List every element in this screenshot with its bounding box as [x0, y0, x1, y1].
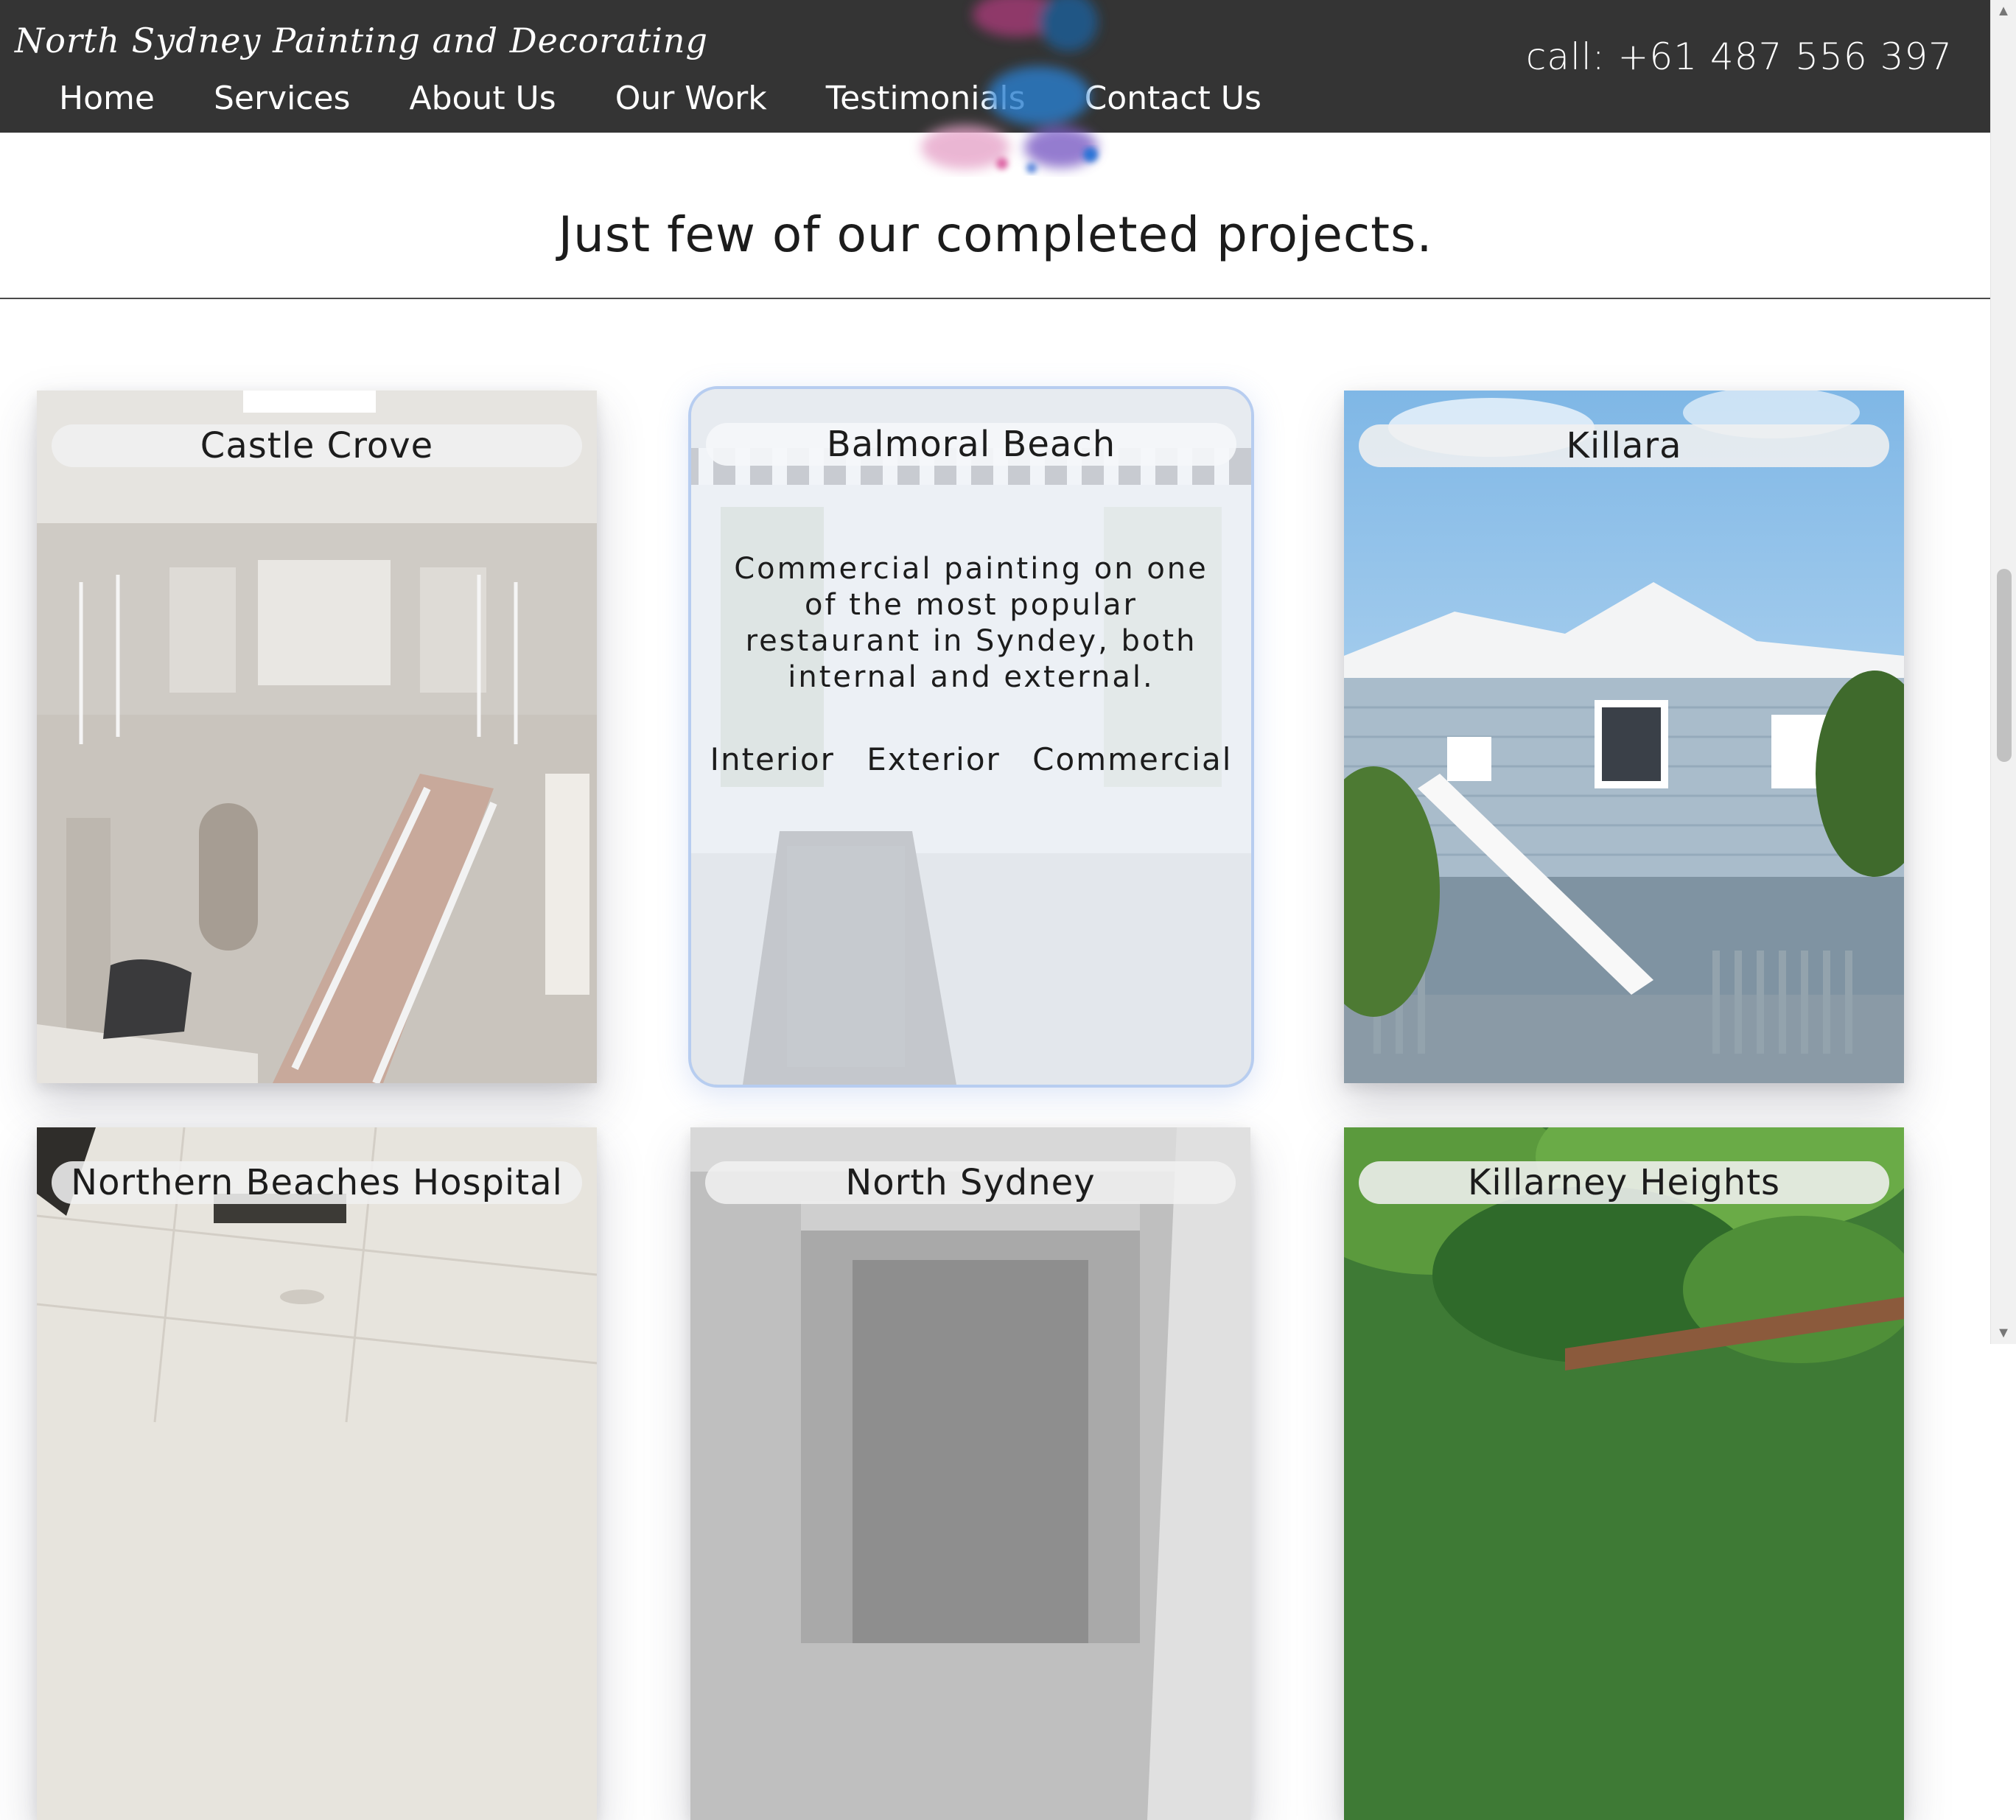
project-title: Northern Beaches Hospital: [52, 1161, 582, 1204]
project-title: North Sydney: [705, 1161, 1236, 1204]
nav-home[interactable]: Home: [59, 80, 155, 117]
chevron-down-icon[interactable]: ▼: [1991, 1322, 2016, 1344]
project-card-northern-beaches-hospital[interactable]: Northern Beaches Hospital: [37, 1127, 597, 1820]
tag-interior: Interior: [710, 741, 835, 777]
tag-exterior: Exterior: [867, 741, 1001, 777]
project-card-killara[interactable]: Killara: [1344, 391, 1904, 1083]
project-card-balmoral-beach[interactable]: Balmoral Beach Commercial painting on on…: [688, 386, 1254, 1088]
house-photo: [1344, 391, 1904, 1083]
project-description: Commercial painting on one of the most p…: [734, 552, 1208, 694]
project-tags: Interior Exterior Commercial: [691, 741, 1251, 777]
section-title: Just few of our completed projects.: [558, 206, 1433, 263]
site-logo-text[interactable]: North Sydney Painting and Decorating: [15, 21, 708, 60]
nav-services[interactable]: Services: [214, 80, 351, 117]
hover-overlay: [691, 389, 1251, 1085]
interior-doorway-photo: [690, 1127, 1250, 1820]
chevron-up-icon[interactable]: ▲: [1991, 0, 2016, 22]
nav-contact-us[interactable]: Contact Us: [1085, 80, 1261, 117]
project-card-north-sydney[interactable]: North Sydney: [690, 1127, 1250, 1820]
tag-commercial: Commercial: [1032, 741, 1233, 777]
main-nav: Home Services About Us Our Work Testimon…: [59, 80, 1320, 117]
project-card-castle-crove[interactable]: Castle Crove: [37, 391, 597, 1083]
phone-number[interactable]: call: +61 487 556 397: [1526, 35, 1953, 78]
nav-our-work[interactable]: Our Work: [615, 80, 767, 117]
nav-testimonials[interactable]: Testimonials: [826, 80, 1026, 117]
project-card-killarney-heights[interactable]: Killarney Heights: [1344, 1127, 1904, 1820]
scrollbar-thumb[interactable]: [1997, 569, 2012, 762]
section-divider: [0, 298, 1991, 299]
garden-photo: [1344, 1127, 1904, 1820]
project-title: Killarney Heights: [1359, 1161, 1889, 1204]
staircase-photo: [37, 391, 597, 1083]
nav-about-us[interactable]: About Us: [409, 80, 556, 117]
page-scrollbar[interactable]: ▲ ▼: [1990, 0, 2016, 1344]
project-title: Balmoral Beach: [706, 423, 1236, 466]
project-title: Killara: [1359, 424, 1889, 467]
site-header: North Sydney Painting and Decorating Hom…: [0, 0, 1991, 133]
project-title: Castle Crove: [52, 424, 582, 467]
hospital-ceiling-photo: [37, 1127, 597, 1820]
